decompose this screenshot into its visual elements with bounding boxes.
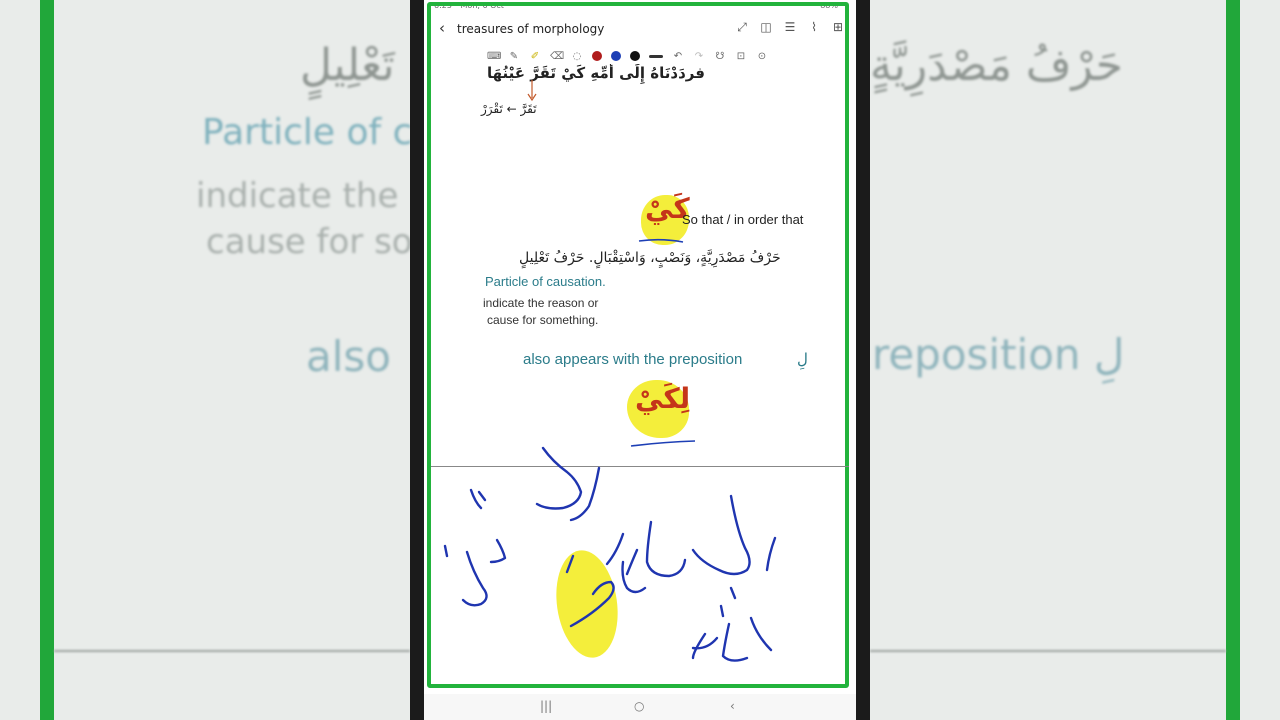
indicate-line-1: indicate the reason or	[483, 296, 599, 310]
note-canvas[interactable]: فردَدْنَاهُ إِلَى أُمِّهِ كَيْ تَقَرَّ ع…	[431, 64, 849, 686]
eraser-icon[interactable]: ⌫	[550, 51, 564, 62]
page-title: treasures of morphology	[457, 22, 605, 36]
text-box-icon[interactable]: ⊡	[735, 51, 747, 62]
bg-arabic-text: تَعْلِيلٍ	[300, 40, 395, 91]
background-right: حَرْفُ مَصْدَرِيَّةٍ reposition لِ	[870, 0, 1280, 720]
page-list-icon[interactable]: ☰	[783, 20, 797, 35]
preposition-lam: لِ	[797, 350, 808, 368]
back-nav-icon[interactable]: ‹	[730, 699, 735, 713]
header-actions: ⤢ ◫ ☰ ⌇ ⊞	[735, 20, 845, 35]
bg-particle-text: Particle of c	[202, 112, 410, 153]
color-red[interactable]	[592, 51, 602, 61]
verse-arabic: فردَدْنَاهُ إِلَى أُمِّهِ كَيْ تَقَرَّ ع…	[487, 64, 705, 82]
particle-title: Particle of causation.	[485, 274, 606, 289]
kay-underline	[638, 238, 684, 243]
system-navigation-bar: ||| ○ ‹	[424, 694, 856, 720]
grid-icon[interactable]: ⊞	[831, 20, 845, 35]
undo-icon[interactable]: ↶	[672, 51, 684, 62]
expand-icon[interactable]: ⤢	[735, 20, 749, 35]
color-blue[interactable]	[611, 51, 621, 61]
bg-divider-right	[870, 650, 1226, 652]
arabic-description: حَرْفُ مَصْدَرِيَّةٍ، وَنَصْبٍ، وَاسْتِق…	[519, 250, 781, 266]
phone-frame: 6:25 Mon, 6 Oct 88% ‹ treasures of morph…	[410, 0, 870, 720]
home-icon[interactable]: ○	[634, 699, 644, 713]
indicate-line-2: cause for something.	[487, 313, 599, 327]
pen-icon[interactable]: ✎	[508, 51, 520, 62]
shape-icon[interactable]: ⊙	[756, 51, 768, 62]
bg-indicate-text-1: indicate the	[196, 176, 399, 216]
redo-icon[interactable]: ↷	[693, 51, 705, 62]
recent-apps-icon[interactable]: |||	[540, 699, 552, 713]
keyboard-icon[interactable]: ⌨	[487, 51, 501, 62]
background-green-strip	[40, 0, 54, 720]
lasso-icon[interactable]: ◌	[571, 51, 583, 62]
bg-also-text: also	[306, 332, 391, 381]
tablet-screen: 6:25 Mon, 6 Oct 88% ‹ treasures of morph…	[424, 0, 856, 720]
attach-icon[interactable]: ⌇	[807, 20, 821, 35]
bg-divider	[54, 650, 410, 652]
derivation-text: تَقَرَّ ← تَقْرَرْ	[481, 102, 537, 116]
book-view-icon[interactable]: ◫	[759, 20, 773, 35]
kay-meaning: So that / in order that	[682, 212, 804, 227]
drawing-toolbar: ⌨ ✎ ✐ ⌫ ◌ ↶ ↷ ☋ ⊡ ⊙	[487, 48, 797, 64]
bg-arabic-text-right: حَرْفُ مَصْدَرِيَّةٍ	[870, 40, 1123, 91]
background-green-strip-right	[1226, 0, 1240, 720]
bg-preposition-text: reposition لِ	[872, 330, 1125, 379]
background-left: تَعْلِيلٍ Particle of c indicate the cau…	[0, 0, 410, 720]
back-arrow-icon[interactable]: ‹	[439, 19, 445, 37]
handwritten-annotation	[443, 446, 777, 662]
app-header: ‹ treasures of morphology ⤢ ◫ ☰ ⌇ ⊞	[435, 14, 849, 44]
screen-recording-border: ‹ treasures of morphology ⤢ ◫ ☰ ⌇ ⊞ ⌨ ✎ …	[427, 2, 849, 688]
down-arrow-icon	[527, 80, 537, 102]
also-appears-text: also appears with the preposition	[523, 351, 743, 368]
bg-indicate-text-2: cause for so	[206, 222, 410, 262]
color-black[interactable]	[630, 51, 640, 61]
reading-mode-icon[interactable]: ☋	[714, 51, 726, 62]
stroke-width-icon[interactable]	[649, 54, 663, 58]
likay-word: لِكَيْ	[635, 382, 691, 415]
highlighter-icon[interactable]: ✐	[529, 51, 541, 62]
